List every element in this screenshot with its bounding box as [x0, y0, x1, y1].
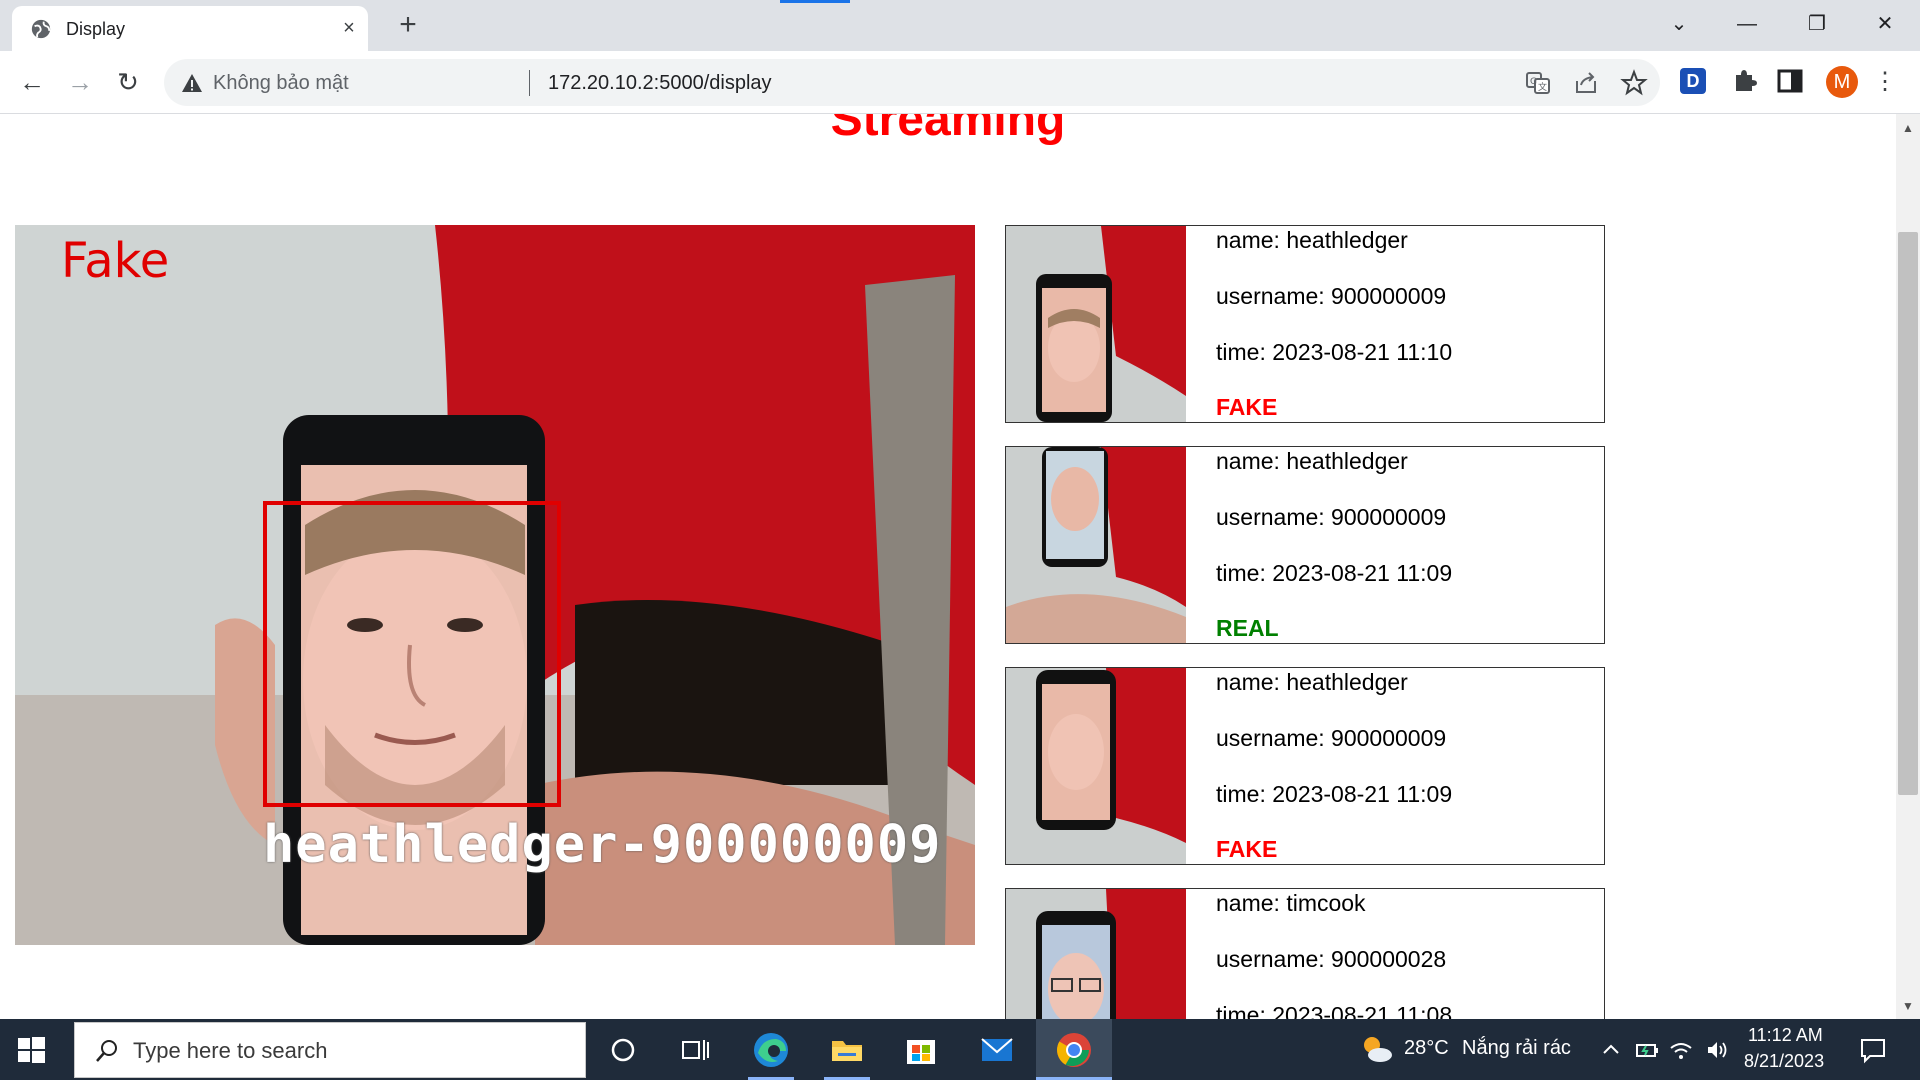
tab-strip: Display × + ⌄ — ❐ ✕	[0, 0, 1920, 51]
detection-card: name: timcook username: 900000028 time: …	[1005, 888, 1605, 1019]
warning-icon[interactable]	[180, 71, 204, 95]
new-tab-button[interactable]: +	[392, 10, 424, 42]
edge-browser-icon[interactable]	[748, 1027, 794, 1073]
windows-start-icon[interactable]	[14, 1033, 48, 1067]
microsoft-store-icon[interactable]	[898, 1027, 944, 1073]
detection-time: time: 2023-08-21 11:09	[1216, 781, 1453, 807]
tab-close-icon[interactable]: ×	[336, 15, 362, 41]
detection-time: time: 2023-08-21 11:09	[1216, 560, 1453, 586]
detection-name: name: heathledger	[1216, 227, 1408, 253]
stream-verdict-label: Fake	[61, 233, 170, 289]
stream-identity-caption: heathledger-900000009	[263, 815, 942, 875]
address-bar[interactable]: Không bảo mật 172.20.10.2:5000/display G…	[164, 59, 1660, 106]
detection-status: REAL	[1216, 615, 1279, 641]
mail-icon[interactable]	[974, 1027, 1020, 1073]
volume-icon[interactable]	[1704, 1037, 1730, 1063]
extensions-puzzle-icon[interactable]	[1728, 65, 1760, 97]
search-placeholder: Type here to search	[133, 1038, 328, 1063]
tab-search-icon[interactable]: ⌄	[1654, 6, 1704, 42]
detection-thumbnail	[1006, 889, 1186, 1019]
forward-arrow-icon[interactable]: →	[62, 64, 98, 100]
detection-status: FAKE	[1216, 394, 1278, 420]
minimize-button[interactable]: —	[1722, 6, 1772, 42]
share-icon[interactable]	[1572, 69, 1600, 97]
weather-description[interactable]: Nắng rải rác	[1462, 1037, 1571, 1060]
browser-toolbar: ← → ↻ Không bảo mật 172.20.10.2:5000/dis…	[0, 51, 1920, 114]
task-view-icon[interactable]	[672, 1027, 718, 1073]
translate-icon[interactable]: G 文	[1524, 69, 1552, 97]
search-icon	[96, 1040, 117, 1062]
scroll-down-arrow-icon[interactable]: ▼	[1896, 996, 1920, 1016]
address-divider	[529, 70, 530, 96]
wifi-icon[interactable]	[1668, 1037, 1694, 1063]
detection-username: username: 900000009	[1216, 283, 1447, 309]
cortana-icon[interactable]	[600, 1027, 646, 1073]
security-status[interactable]: Không bảo mật	[213, 72, 349, 95]
detection-username: username: 900000009	[1216, 725, 1447, 751]
reload-icon[interactable]: ↻	[110, 64, 146, 100]
chevron-up-icon[interactable]	[1598, 1037, 1624, 1063]
extension-d-icon[interactable]: D	[1680, 68, 1706, 94]
video-stream: Fake heathledger-900000009	[15, 225, 975, 945]
detection-status: FAKE	[1216, 836, 1278, 862]
url-text[interactable]: 172.20.10.2:5000/display	[548, 72, 772, 95]
weather-temperature[interactable]: 28°C	[1404, 1037, 1449, 1060]
detection-card: name: heathledger username: 900000009 ti…	[1005, 225, 1605, 423]
detection-name: name: timcook	[1216, 890, 1366, 916]
profile-avatar[interactable]: M	[1826, 66, 1858, 98]
battery-charging-icon[interactable]	[1634, 1037, 1660, 1063]
bookmark-star-icon[interactable]	[1620, 69, 1648, 97]
taskbar-search-box[interactable]: Type here to search	[74, 1022, 586, 1078]
windows-taskbar: Type here to search 28°C Nắng rải rác 11…	[0, 1019, 1920, 1080]
scrollbar-thumb[interactable]	[1898, 232, 1918, 795]
detection-username: username: 900000009	[1216, 504, 1447, 530]
detection-card: name: heathledger username: 900000009 ti…	[1005, 446, 1605, 644]
browser-tab-display[interactable]: Display ×	[12, 6, 368, 51]
page-viewport: Streaming Fake heathledger-900000009 nam…	[0, 114, 1896, 1019]
detection-time: time: 2023-08-21 11:08	[1216, 1002, 1453, 1019]
page-title: Streaming	[830, 114, 1066, 146]
detection-time: time: 2023-08-21 11:10	[1216, 339, 1453, 365]
svg-text:文: 文	[1538, 81, 1547, 93]
detection-thumbnail	[1006, 447, 1186, 643]
file-explorer-icon[interactable]	[824, 1027, 870, 1073]
chrome-icon[interactable]	[1051, 1027, 1097, 1073]
kebab-menu-icon[interactable]: ⋮	[1870, 64, 1900, 100]
detection-name: name: heathledger	[1216, 669, 1408, 695]
back-arrow-icon[interactable]: ←	[14, 64, 50, 100]
scroll-up-arrow-icon[interactable]: ▲	[1896, 118, 1920, 138]
detection-thumbnail	[1006, 226, 1186, 422]
side-panel-icon[interactable]	[1774, 65, 1806, 97]
detection-username: username: 900000028	[1216, 946, 1447, 972]
clock-date[interactable]: 8/21/2023	[1744, 1051, 1824, 1072]
tab-title: Display	[66, 19, 126, 39]
detection-name: name: heathledger	[1216, 448, 1408, 474]
weather-partly-cloudy-icon[interactable]	[1358, 1031, 1394, 1067]
notification-center-icon[interactable]	[1858, 1035, 1888, 1065]
clock-time[interactable]: 11:12 AM	[1748, 1025, 1823, 1046]
restore-button[interactable]: ❐	[1792, 6, 1842, 42]
close-window-button[interactable]: ✕	[1860, 6, 1910, 42]
globe-icon	[31, 19, 51, 39]
detection-thumbnail	[1006, 668, 1186, 864]
face-bounding-box	[263, 501, 561, 807]
detection-card: name: heathledger username: 900000009 ti…	[1005, 667, 1605, 865]
tab-loading-indicator	[780, 0, 850, 3]
svg-text:G: G	[1530, 77, 1537, 87]
